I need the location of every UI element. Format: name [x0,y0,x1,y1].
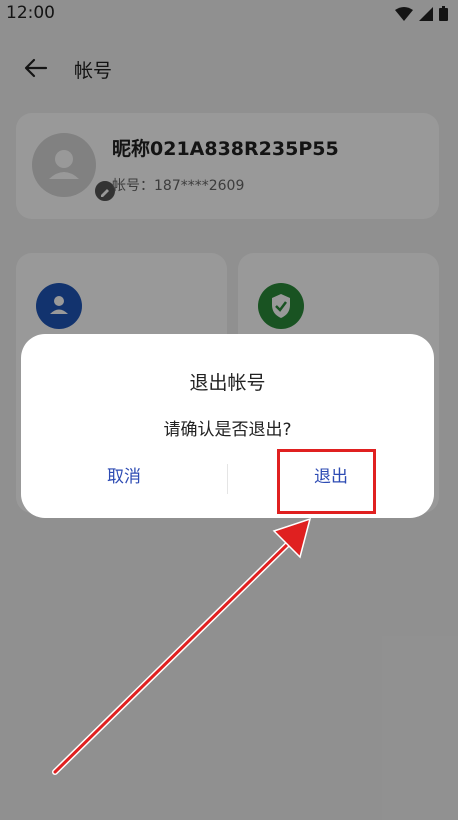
annotation-arrow [52,517,312,775]
